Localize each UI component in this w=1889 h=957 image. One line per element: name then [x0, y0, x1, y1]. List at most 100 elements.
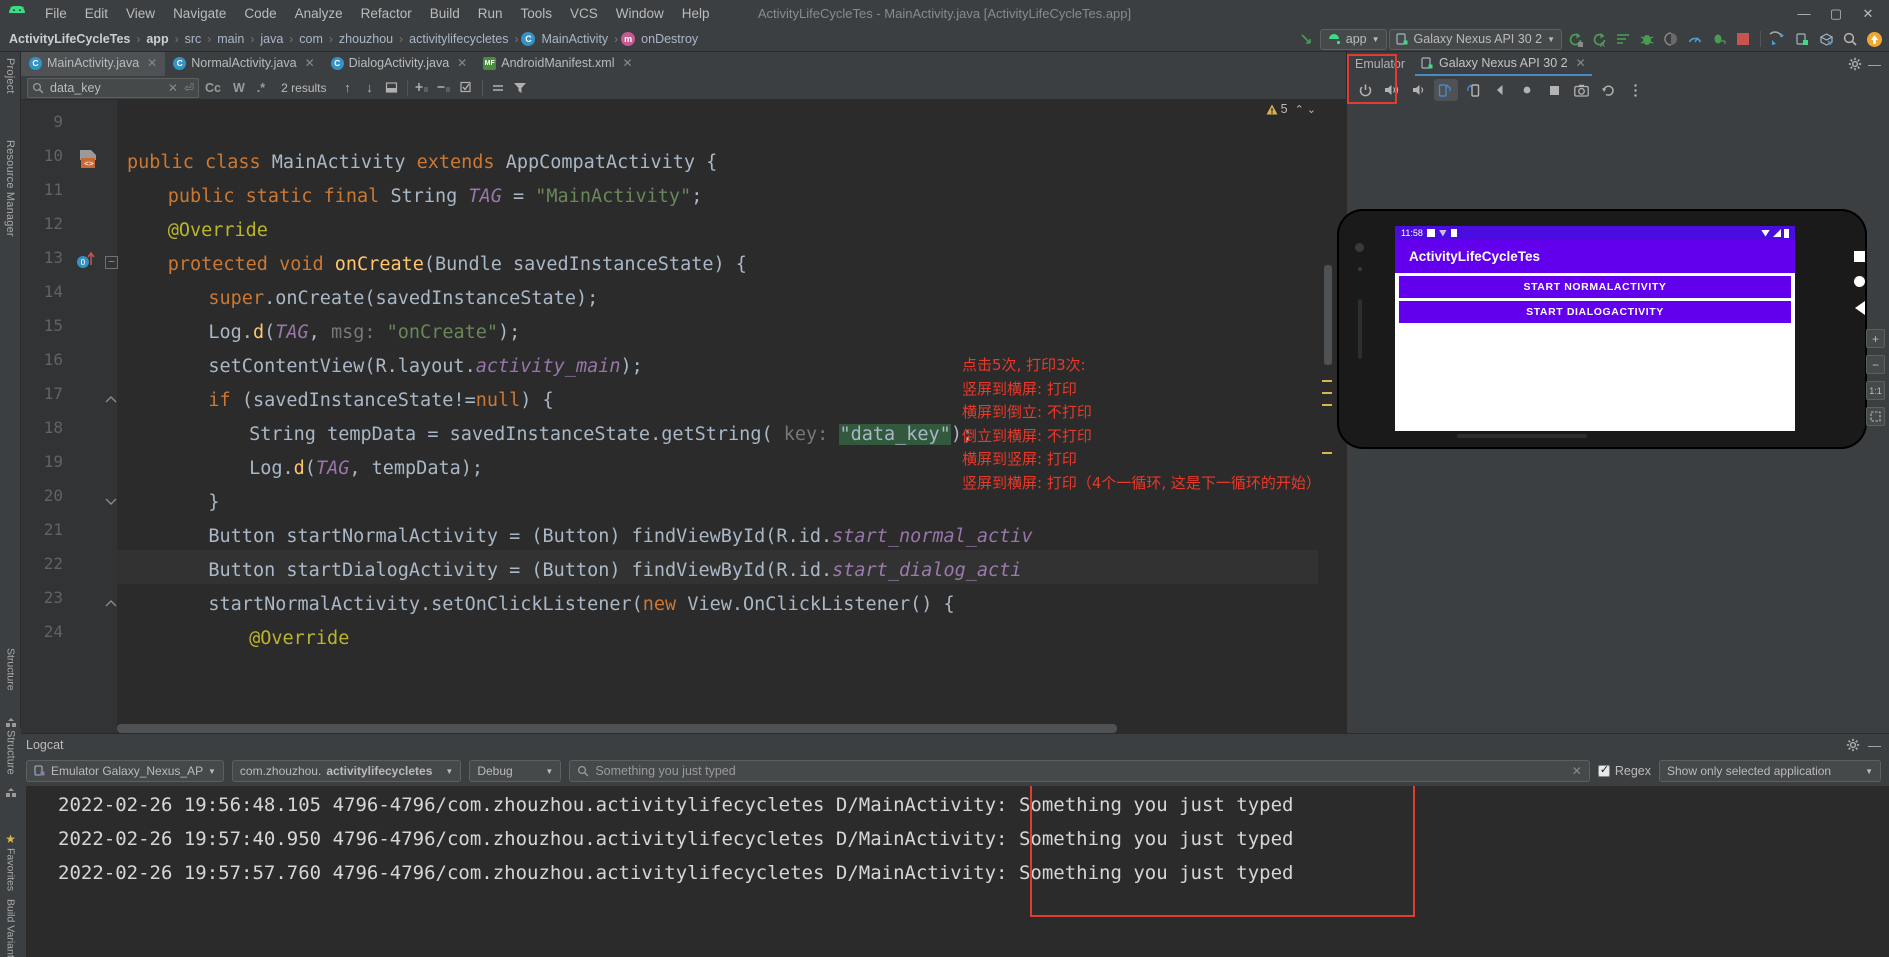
- next-match-icon[interactable]: ↓: [359, 78, 381, 98]
- emulator-device-screen[interactable]: 11:58 ActivityLifeCycleTes START NORMALA…: [1395, 226, 1795, 431]
- logcat-entry[interactable]: 2022-02-26 19:56:48.105 4796-4796/com.zh…: [58, 794, 1294, 816]
- filter-icon[interactable]: [509, 78, 531, 98]
- device-overview-button[interactable]: [1854, 251, 1865, 262]
- attach-debugger-icon[interactable]: [1708, 29, 1730, 50]
- gear-icon[interactable]: [1846, 738, 1860, 752]
- logcat-level-selector[interactable]: Debug ▼: [469, 760, 562, 782]
- hide-panel-icon[interactable]: —: [1868, 57, 1881, 72]
- fold-arrow-icon[interactable]: [105, 396, 117, 403]
- module-selector[interactable]: app ▼: [1319, 28, 1387, 50]
- zoom-in-button[interactable]: +: [1866, 329, 1885, 348]
- menu-item-view[interactable]: View: [117, 3, 164, 24]
- logcat-output[interactable]: ↑ ↓ 2022-02-26 19:56:48.105 4796-4796/co…: [0, 786, 1889, 957]
- match-case-toggle[interactable]: Cc: [199, 81, 227, 95]
- gear-icon[interactable]: [1848, 57, 1862, 71]
- code-line[interactable]: @Override: [127, 622, 349, 656]
- code-line[interactable]: String tempData = savedInstanceState.get…: [127, 418, 973, 452]
- select-occurrence-icon[interactable]: [456, 78, 478, 98]
- fold-arrow-icon[interactable]: [105, 498, 117, 505]
- code-line[interactable]: @Override: [127, 214, 268, 248]
- sdk-manager-icon[interactable]: [1815, 29, 1837, 50]
- more-icon[interactable]: [1623, 79, 1647, 101]
- hide-panel-icon[interactable]: —: [1868, 738, 1881, 753]
- star-icon[interactable]: ★: [5, 832, 16, 846]
- sync-gradle-icon[interactable]: [1767, 29, 1789, 50]
- logcat-entry[interactable]: 2022-02-26 19:57:57.760 4796-4796/com.zh…: [58, 862, 1294, 884]
- breadcrumb-item-main[interactable]: main: [214, 31, 247, 47]
- remove-occurrence-icon[interactable]: II: [434, 78, 456, 98]
- breadcrumb-item-activitylifecycletes[interactable]: ActivityLifeCycleTes: [6, 31, 133, 47]
- code-line[interactable]: public class MainActivity extends AppCom…: [127, 146, 717, 180]
- sidebar-item-structure[interactable]: Structure: [5, 728, 17, 783]
- code-content[interactable]: public class MainActivity extends AppCom…: [117, 100, 1346, 733]
- apply-code-changes-icon[interactable]: [1612, 29, 1634, 50]
- history-icon[interactable]: ⏎: [184, 81, 194, 95]
- menu-item-analyze[interactable]: Analyze: [286, 3, 352, 24]
- update-available-icon[interactable]: [1863, 29, 1885, 50]
- code-line[interactable]: setContentView(R.layout.activity_main);: [127, 350, 642, 384]
- menu-item-vcs[interactable]: VCS: [561, 3, 607, 24]
- breadcrumb-item-zhouzhou[interactable]: zhouzhou: [336, 31, 396, 47]
- overview-icon[interactable]: [1542, 79, 1566, 101]
- history-icon[interactable]: [1596, 79, 1620, 101]
- prev-problem-icon[interactable]: ⌃: [1295, 103, 1304, 116]
- editor-hscrollbar[interactable]: [117, 724, 1117, 733]
- code-line[interactable]: if (savedInstanceState!=null) {: [127, 384, 553, 418]
- code-line[interactable]: Log.d(TAG, tempData);: [127, 452, 483, 486]
- sidebar-item-resource-manager[interactable]: Resource Manager: [4, 134, 16, 243]
- code-editor[interactable]: 9 10 <> 11 12 13 O −14 15 16 17 18 19 20 21 22 23 24 publ…: [21, 100, 1346, 733]
- sidebar-item-favorites[interactable]: Favorites: [5, 846, 17, 893]
- back-icon[interactable]: [1488, 79, 1512, 101]
- home-icon[interactable]: [1515, 79, 1539, 101]
- next-problem-icon[interactable]: ⌄: [1307, 103, 1316, 116]
- apply-changes-icon[interactable]: A: [1588, 29, 1610, 50]
- code-line[interactable]: protected void onCreate(Bundle savedInst…: [127, 248, 747, 282]
- emulator-device-tab[interactable]: Galaxy Nexus API 30 2 ✕: [1415, 52, 1592, 76]
- override-gutter-icon[interactable]: O: [75, 251, 99, 271]
- breadcrumb-item-com[interactable]: com: [296, 31, 326, 47]
- device-button-start-normalactivity[interactable]: START NORMALACTIVITY: [1399, 276, 1791, 298]
- code-line[interactable]: public static final String TAG = "MainAc…: [127, 180, 703, 214]
- clear-icon[interactable]: ✕: [1572, 764, 1582, 778]
- close-icon[interactable]: ✕: [147, 56, 157, 70]
- emulator-device-frame[interactable]: 11:58 ActivityLifeCycleTes START NORMALA…: [1337, 209, 1867, 449]
- code-line[interactable]: Button startNormalActivity = (Button) fi…: [127, 520, 1032, 554]
- debug-icon[interactable]: [1636, 29, 1658, 50]
- sidebar-item-build-variants[interactable]: Build Variants: [5, 893, 17, 957]
- regex-toggle[interactable]: .*: [251, 81, 271, 95]
- fold-arrow-icon[interactable]: [105, 600, 117, 607]
- breadcrumb-item-src[interactable]: src: [182, 31, 205, 47]
- device-back-button[interactable]: [1854, 301, 1865, 315]
- menu-item-code[interactable]: Code: [235, 3, 285, 24]
- code-line[interactable]: Log.d(TAG, msg: "onCreate");: [127, 316, 520, 350]
- run-coverage-icon[interactable]: [1660, 29, 1682, 50]
- close-button[interactable]: ✕: [1853, 3, 1883, 25]
- maximize-button[interactable]: ▢: [1821, 3, 1851, 25]
- logcat-search-input[interactable]: Something you just typed ✕: [569, 760, 1590, 782]
- prev-match-icon[interactable]: ↑: [337, 78, 359, 98]
- run-icon[interactable]: [1564, 29, 1586, 50]
- editor-tab-dialogactivity-java[interactable]: C DialogActivity.java ✕: [323, 52, 476, 76]
- logcat-process-selector[interactable]: com.zhouzhou. activitylifecycletes ▼: [231, 760, 462, 782]
- code-line[interactable]: startNormalActivity.setOnClickListener(n…: [127, 588, 954, 622]
- menu-item-help[interactable]: Help: [673, 3, 719, 24]
- add-occurrence-icon[interactable]: II: [412, 78, 434, 98]
- logcat-scope-selector[interactable]: Show only selected application ▼: [1659, 760, 1881, 782]
- editor-scrollbar-thumb[interactable]: [1324, 265, 1332, 365]
- close-icon[interactable]: ✕: [622, 56, 632, 70]
- select-all-matches-icon[interactable]: [381, 78, 403, 98]
- profiler-icon[interactable]: [1684, 29, 1706, 50]
- zoom-actual-button[interactable]: 1:1: [1866, 381, 1885, 400]
- editor-tab-normalactivity-java[interactable]: C NormalActivity.java ✕: [165, 52, 322, 76]
- logcat-entry[interactable]: 2022-02-26 19:57:40.950 4796-4796/com.zh…: [58, 828, 1294, 850]
- search-everywhere-icon[interactable]: [1839, 29, 1861, 50]
- menu-item-run[interactable]: Run: [469, 3, 512, 24]
- volume-down-icon[interactable]: [1407, 79, 1431, 101]
- device-button-start-dialogactivity[interactable]: START DIALOGACTIVITY: [1399, 301, 1791, 323]
- breadcrumb-item-ondestroy[interactable]: m onDestroy: [621, 31, 701, 47]
- class-gutter-icon[interactable]: <>: [77, 148, 99, 170]
- breadcrumb-item-app[interactable]: app: [143, 31, 171, 47]
- device-selector[interactable]: Galaxy Nexus API 30 2 ▼: [1388, 28, 1562, 50]
- menu-item-edit[interactable]: Edit: [76, 3, 117, 24]
- whole-words-toggle[interactable]: W: [227, 81, 251, 95]
